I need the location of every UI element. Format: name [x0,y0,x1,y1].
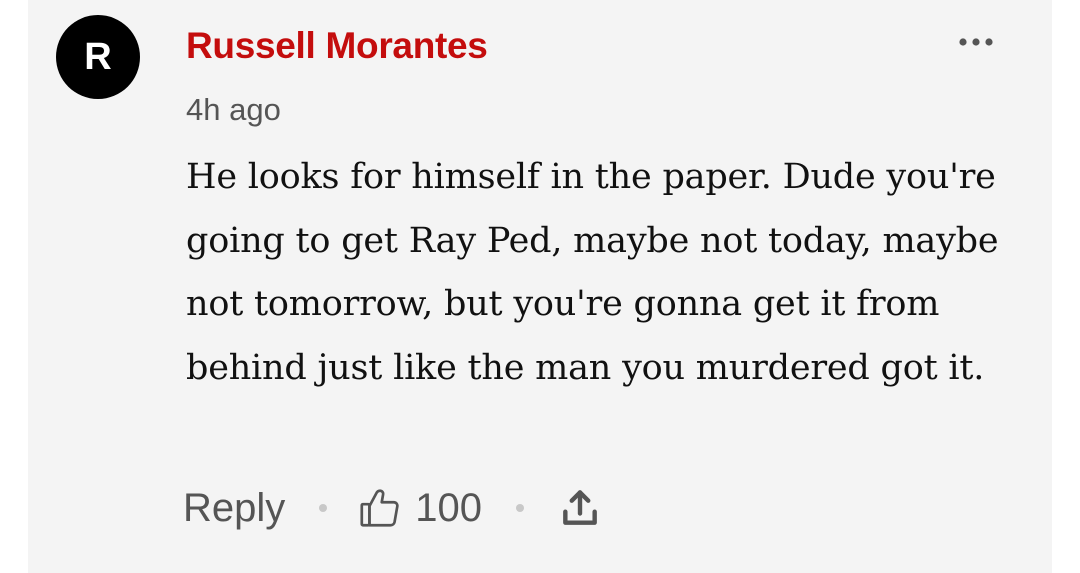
like-button[interactable]: 100 [357,485,482,531]
more-horizontal-icon [959,38,993,46]
more-options-button[interactable] [954,22,998,62]
comment-text: He looks for himself in the paper. Dude … [186,157,999,388]
comment-timestamp: 4h ago [186,92,281,127]
thumbs-up-icon [360,489,399,527]
avatar-initial: R [84,35,112,78]
comment-author[interactable]: Russell Morantes [186,24,488,68]
reply-button[interactable]: Reply [183,486,285,531]
separator-dot [319,504,328,512]
like-count: 100 [415,485,483,530]
avatar[interactable]: R [56,15,140,99]
separator-dot [516,504,525,512]
comment-actions: Reply 100 [183,480,602,536]
share-icon[interactable] [558,485,602,531]
